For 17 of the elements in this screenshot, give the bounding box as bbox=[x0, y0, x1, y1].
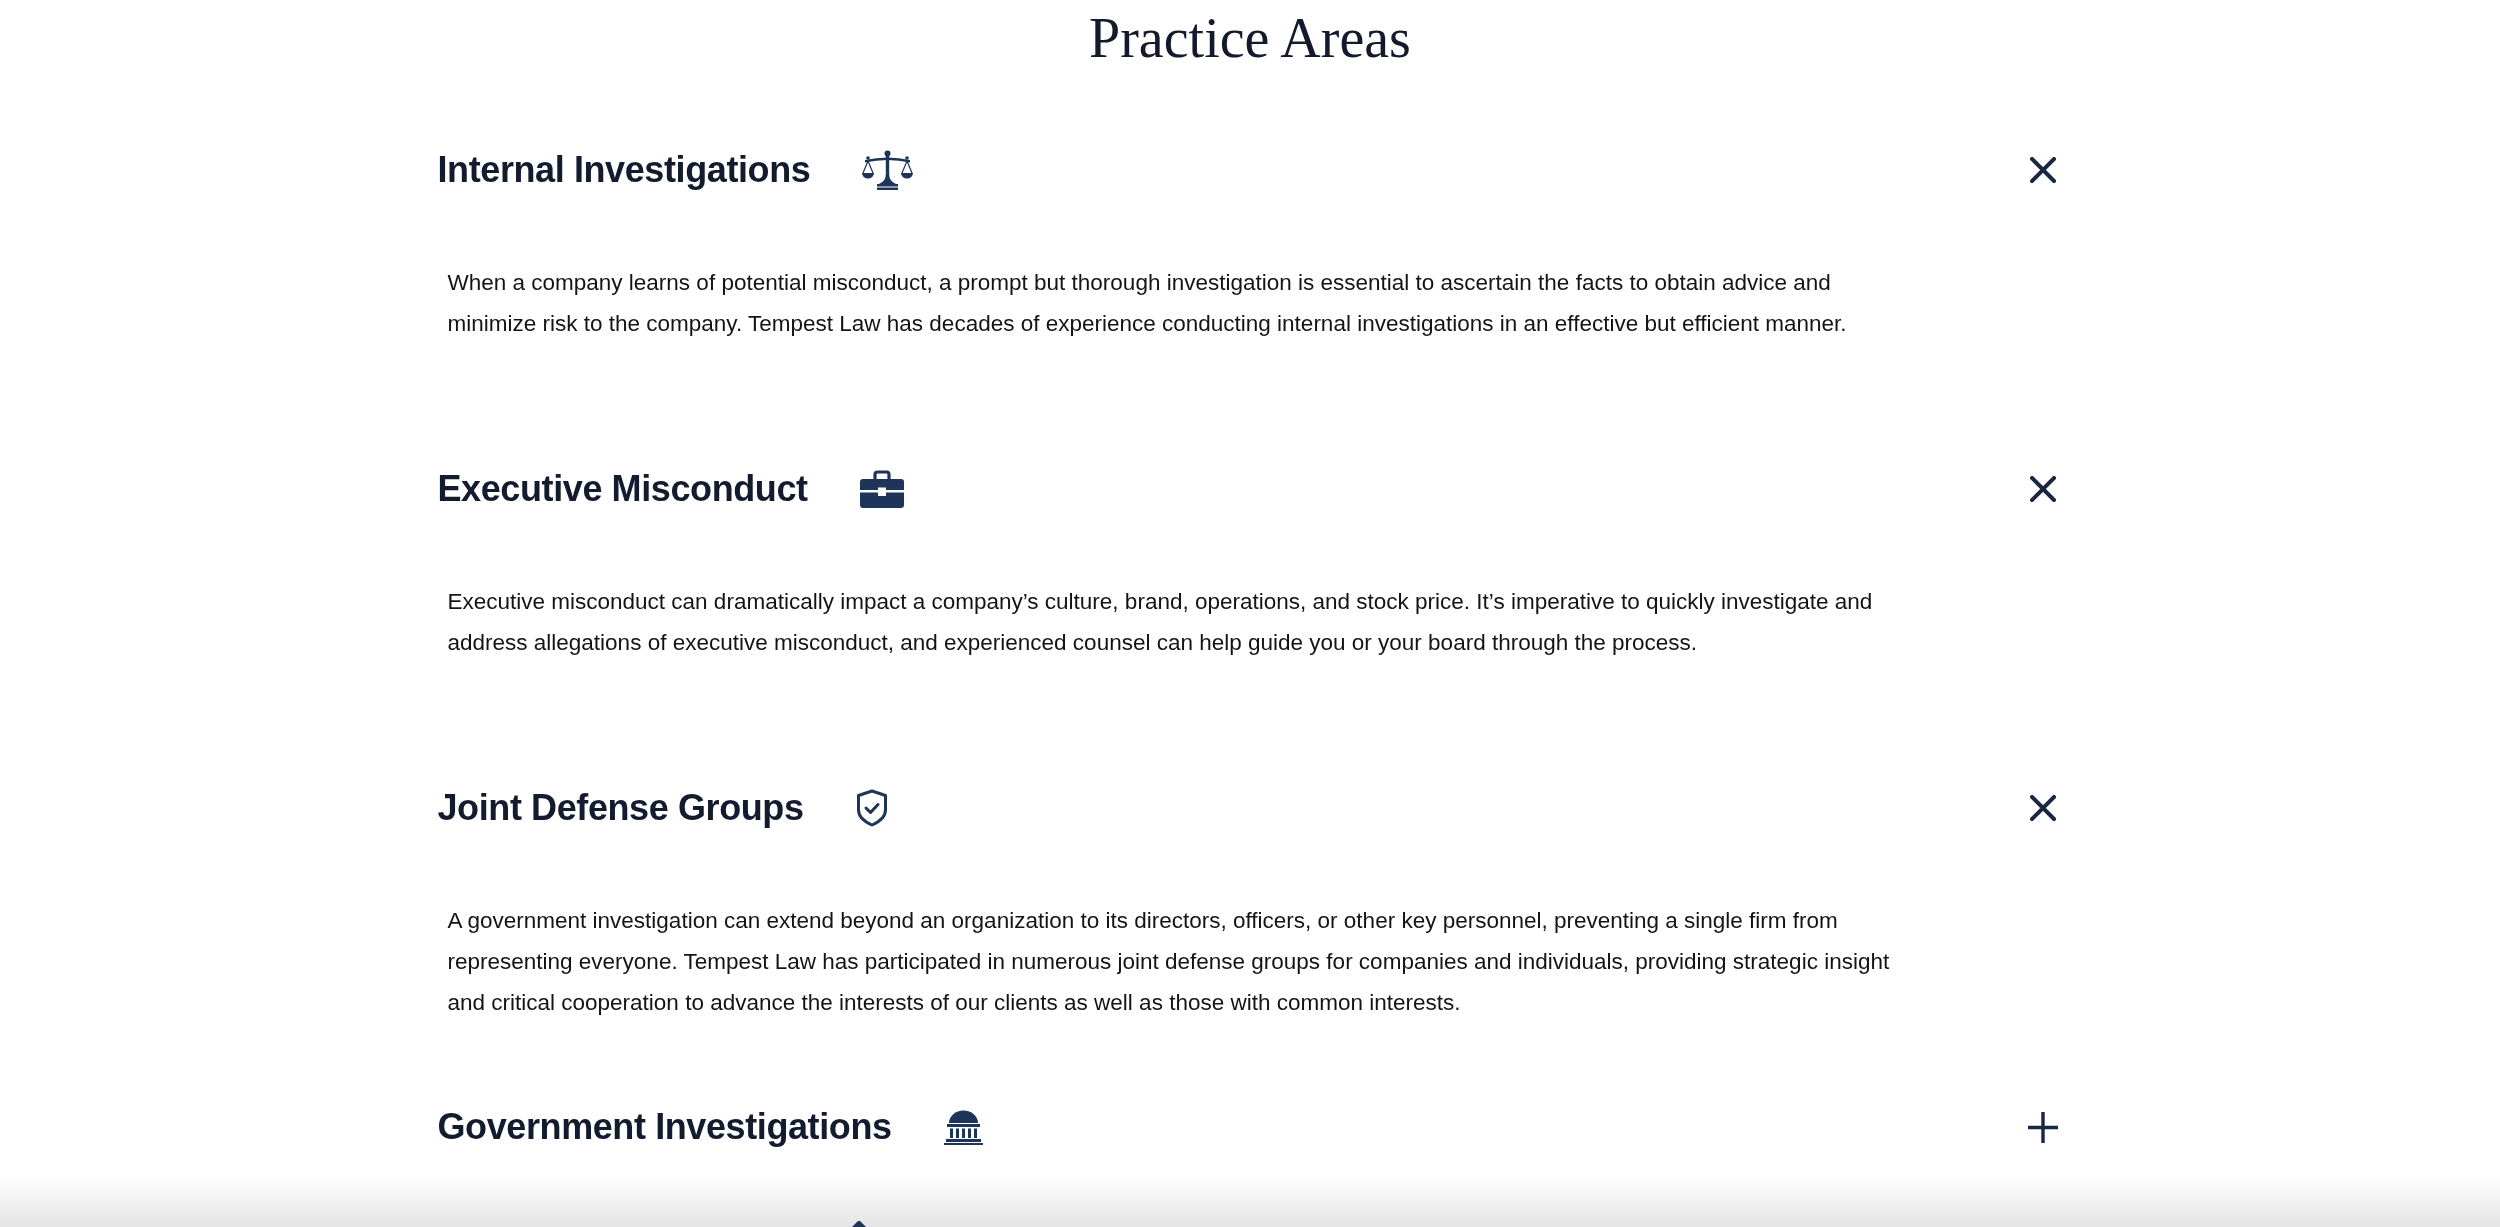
close-icon bbox=[2029, 476, 2056, 502]
domed-building-icon bbox=[943, 1109, 983, 1145]
page-title: Practice Areas bbox=[1089, 6, 1411, 71]
area-description: A government investigation can extend beyond an organization to its directors, officers, or other key personnel, preventing a single firm from representing everyone. Tempest Law has participated in numerous joint defense groups for companies and individuals, providing strategic insight and critical cooperation to advance the interests of our clients as well as those with common interests. bbox=[447, 907, 1891, 1017]
area-heading: Government Investigations bbox=[437, 1106, 892, 1148]
cut-off-icon bbox=[850, 1220, 868, 1227]
area-heading: Internal Investigations bbox=[437, 149, 811, 191]
shield-check-icon bbox=[855, 789, 888, 827]
area-heading: Joint Defense Groups bbox=[437, 787, 804, 829]
scales-icon bbox=[862, 150, 914, 190]
close-icon bbox=[2029, 795, 2056, 821]
area-description: Executive misconduct can dramatically impact a company’s culture, brand, operations, and stock price. It’s imperative to quickly investigate and address allegations of executive misconduct, and experienced counsel can help guide you or your board through the process. bbox=[447, 588, 1874, 657]
close-icon bbox=[2029, 157, 2056, 183]
area-heading: Executive Misconduct bbox=[437, 468, 808, 510]
briefcase-icon bbox=[859, 470, 904, 508]
plus-icon bbox=[2027, 1111, 2058, 1143]
area-description: When a company learns of potential misconduct, a prompt but thorough investigation is essential to ascertain the facts to obtain advice and minimize risk to the company. Tempest Law has decades of experience conducting internal investigations in an effective but efficient manner. bbox=[447, 269, 1848, 338]
